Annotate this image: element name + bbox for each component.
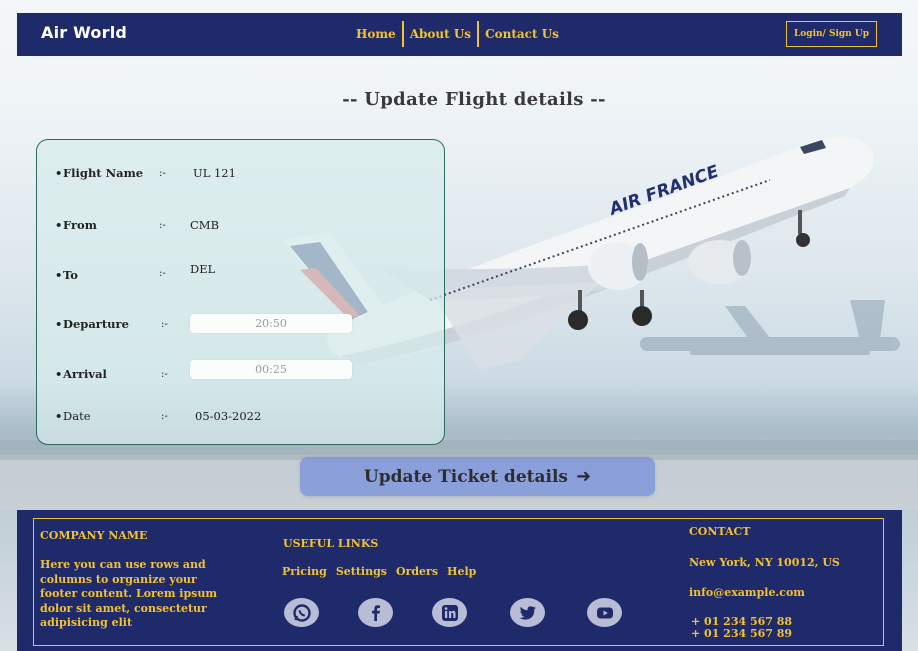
contact-address: New York, NY 10012, US: [689, 556, 840, 569]
nav-contact-link[interactable]: Contact Us: [479, 27, 565, 41]
nav-home-link[interactable]: Home: [350, 27, 402, 41]
to-value: DEL: [190, 262, 216, 276]
useful-links: Pricing Settings Orders Help: [282, 565, 476, 578]
to-label: To: [63, 268, 78, 282]
flight-name-value: UL 121: [193, 166, 236, 180]
link-help[interactable]: Help: [447, 565, 476, 578]
arrival-time-input[interactable]: [190, 360, 352, 379]
top-navbar: Air World Home About Us Contact Us Login…: [17, 13, 902, 56]
brand-logo[interactable]: Air World: [41, 23, 127, 42]
from-row: • From :- CMB: [55, 218, 220, 232]
update-ticket-details-button[interactable]: Update Ticket details ➜: [300, 457, 655, 496]
nav-about-link[interactable]: About Us: [404, 27, 477, 41]
link-pricing[interactable]: Pricing: [282, 565, 327, 578]
date-value: 05-03-2022: [195, 409, 262, 423]
arrival-label: Arrival: [63, 367, 107, 381]
whatsapp-icon[interactable]: [284, 598, 319, 627]
departure-time-input[interactable]: [190, 314, 352, 333]
contact-heading: CONTACT: [689, 525, 751, 538]
flight-name-label: Flight Name: [63, 166, 144, 180]
linkedin-icon[interactable]: [432, 598, 467, 627]
from-value: CMB: [190, 218, 220, 232]
useful-links-heading: USEFUL LINKS: [283, 537, 379, 550]
footer: COMPANY NAME Here you can use rows and c…: [17, 510, 902, 651]
flight-name-row: • Flight Name :- UL 121: [55, 166, 236, 180]
main-menu: Home About Us Contact Us: [350, 21, 565, 47]
link-settings[interactable]: Settings: [336, 565, 387, 578]
to-row: • To :- DEL: [55, 262, 216, 282]
facebook-icon[interactable]: [358, 598, 393, 627]
link-orders[interactable]: Orders: [396, 565, 438, 578]
arrival-row: • Arrival :-: [37, 360, 367, 384]
company-text: Here you can use rows and columns to org…: [40, 558, 217, 629]
contact-phones: + 01 234 567 88 + 01 234 567 89: [691, 615, 793, 640]
flight-details-card: • Flight Name :- UL 121 • From :- CMB • …: [36, 139, 445, 445]
login-signup-button[interactable]: Login/ Sign Up: [786, 21, 877, 47]
page-title: -- Update Flight details --: [342, 89, 606, 110]
departure-label: Departure: [63, 317, 129, 331]
date-label: Date: [63, 409, 91, 423]
youtube-icon[interactable]: [587, 598, 622, 627]
contact-email[interactable]: info@example.com: [689, 586, 805, 601]
company-heading: COMPANY NAME: [40, 529, 148, 542]
twitter-icon[interactable]: [510, 598, 545, 627]
arrow-right-icon: ➜: [576, 466, 592, 487]
date-row: • Date :- 05-03-2022: [55, 409, 262, 423]
from-label: From: [63, 218, 97, 232]
departure-row: • Departure :-: [37, 314, 367, 334]
